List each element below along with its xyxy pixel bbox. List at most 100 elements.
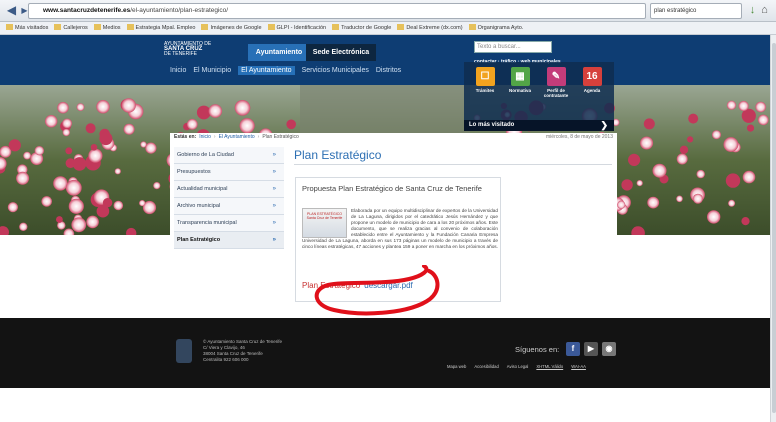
youtube-icon[interactable]: ▶ (584, 342, 598, 356)
flower-shape (234, 100, 251, 116)
breadcrumb-item[interactable]: Inicio (199, 134, 211, 140)
vertical-scrollbar[interactable] (770, 35, 776, 422)
browser-window: ◀ ▶ www.santacruzdetenerife.es/el-ayunta… (0, 0, 776, 422)
flower-shape (647, 196, 660, 209)
chevron-double-icon: » (272, 169, 276, 175)
document-thumbnail[interactable]: PLAN ESTRATÉGICO Santa Cruz de Tenerife (302, 208, 347, 238)
footer-link[interactable]: WAI-AA (571, 364, 586, 369)
flower-shape (16, 171, 30, 185)
follow-us-label: Síguenos en: (515, 345, 560, 354)
folder-icon (93, 24, 101, 30)
flower-shape (65, 158, 76, 169)
nav-item[interactable]: Distritos (376, 67, 401, 74)
url-bar[interactable]: www.santacruzdetenerife.es/el-ayuntamien… (28, 3, 646, 19)
quick-item[interactable]: 16 Agenda (578, 67, 606, 93)
bookmark-item[interactable]: Organigrama Ayto. (468, 22, 523, 34)
flower-shape (76, 103, 85, 111)
bookmark-label: Callejeros (63, 25, 88, 31)
flower-shape (628, 153, 641, 166)
bookmark-item[interactable]: GLPI - Identificación (267, 22, 327, 34)
flower-shape (86, 215, 99, 229)
site-footer: © Ayuntamiento Santa Cruz de Tenerife C/ … (0, 318, 770, 388)
flower-shape (139, 200, 146, 207)
bookmark-item[interactable]: Imágenes de Google (201, 22, 262, 34)
quick-item[interactable]: ✎ Perfil de contratante (542, 67, 570, 98)
site-header: AYUNTAMIENTO DE SANTA CRUZ DE TENERIFE A… (0, 35, 770, 85)
flower-shape (643, 118, 655, 130)
quick-item-icon: ☐ (475, 67, 495, 86)
sidebar-item[interactable]: Actualidad municipal » (174, 181, 284, 198)
flower-shape (53, 176, 68, 191)
facebook-icon[interactable]: f (566, 342, 580, 356)
flower-shape (726, 100, 737, 110)
browser-navbar: ◀ ▶ www.santacruzdetenerife.es/el-ayunta… (0, 0, 776, 22)
chevron-double-icon: » (272, 186, 276, 192)
folder-icon (332, 24, 340, 30)
breadcrumb-separator-icon: › (213, 134, 216, 140)
site-logo[interactable]: AYUNTAMIENTO DE SANTA CRUZ DE TENERIFE (164, 42, 236, 57)
bookmark-item[interactable]: Más visitados (6, 22, 48, 34)
chevron-double-icon: » (272, 152, 276, 158)
home-icon[interactable]: ⌂ (757, 3, 772, 18)
url-domain: www.santacruzdetenerife.es (43, 7, 131, 14)
quick-item-icon: 16 (582, 67, 602, 86)
flower-shape (41, 196, 52, 207)
flower-shape (121, 98, 136, 113)
bookmark-item[interactable]: Callejeros (54, 22, 88, 34)
nav-item[interactable]: El Ayuntamiento (238, 66, 295, 75)
flower-shape (688, 113, 699, 124)
bookmark-item[interactable]: Traductor de Google (332, 22, 392, 34)
footer-address: © Ayuntamiento Santa Cruz de Tenerife C/ … (203, 339, 282, 363)
scrollbar-thumb[interactable] (772, 43, 776, 413)
bookmark-item[interactable]: Estrategia Mpal. Empleo (126, 22, 195, 34)
document-title: Propuesta Plan Estratégico de Santa Cruz… (302, 184, 482, 193)
nav-item[interactable]: Inicio (170, 67, 186, 74)
sidebar-item[interactable]: Gobierno de La Ciudad » (174, 147, 284, 164)
footer-link[interactable]: XHTML Válido (536, 364, 563, 369)
footer-link[interactable]: Aviso Legal (507, 364, 529, 369)
flower-shape (19, 222, 28, 231)
tab-sede-electronica[interactable]: Sede Electrónica (306, 44, 376, 61)
flower-shape (96, 100, 110, 114)
sidebar-item[interactable]: Presupuestos » (174, 164, 284, 181)
flower-shape (68, 198, 84, 214)
bookmark-label: Imágenes de Google (210, 25, 262, 31)
chevron-right-icon: ❯ (600, 120, 608, 130)
folder-icon (54, 24, 62, 30)
folder-icon (6, 24, 13, 30)
footer-links: Mapa web Accesibilidad Aviso Legal XHTML Vá… (439, 364, 586, 369)
breadcrumb-item[interactable]: El Ayuntamiento (219, 134, 255, 140)
browser-search-input[interactable]: plan estratégico (650, 3, 742, 19)
bookmark-item[interactable]: Deal Extreme (dx.com) (397, 22, 463, 34)
folder-icon (468, 24, 476, 30)
current-date: miércoles, 8 de mayo de 2013 (546, 134, 613, 140)
rss-icon[interactable]: ◉ (602, 342, 616, 356)
nav-item[interactable]: El Municipio (193, 67, 231, 74)
flower-shape (723, 137, 739, 152)
quick-item[interactable]: ☐ Trámites (471, 67, 499, 93)
footer-link[interactable]: Accesibilidad (474, 364, 498, 369)
flower-shape (123, 123, 135, 135)
sidebar-menu: Gobierno de La Ciudad» Presupuestos» Actua… (174, 147, 284, 249)
sidebar-item[interactable]: Plan Estratégico » (174, 232, 284, 249)
bookmark-label: GLPI - Identificación (276, 25, 327, 31)
quick-item-icon: ✎ (546, 67, 566, 86)
tab-ayuntamiento[interactable]: Ayuntamiento (248, 44, 310, 61)
flower-shape (62, 128, 70, 137)
folder-icon (201, 24, 209, 30)
coat-of-arms-icon (176, 339, 192, 363)
breadcrumb-item[interactable]: Plan Estratégico (262, 134, 298, 140)
footer-link[interactable]: Mapa web (447, 364, 466, 369)
folder-icon (267, 24, 275, 30)
sidebar-item[interactable]: Transparencia municipal » (174, 215, 284, 232)
quick-item-label: Agenda (583, 88, 601, 93)
bookmark-item[interactable]: Medios (93, 22, 121, 34)
quick-item[interactable]: ▦ Normativa (506, 67, 534, 93)
site-search-input[interactable]: Texto a buscar... (474, 41, 552, 53)
flower-shape (617, 200, 626, 209)
nav-item[interactable]: Servicios Municipales (302, 67, 369, 74)
page-title: Plan Estratégico (294, 148, 382, 162)
bookmark-label: Traductor de Google (341, 25, 392, 31)
lo-mas-visitado[interactable]: Lo más visitado ❯ (464, 120, 614, 131)
sidebar-item[interactable]: Archivo municipal » (174, 198, 284, 215)
